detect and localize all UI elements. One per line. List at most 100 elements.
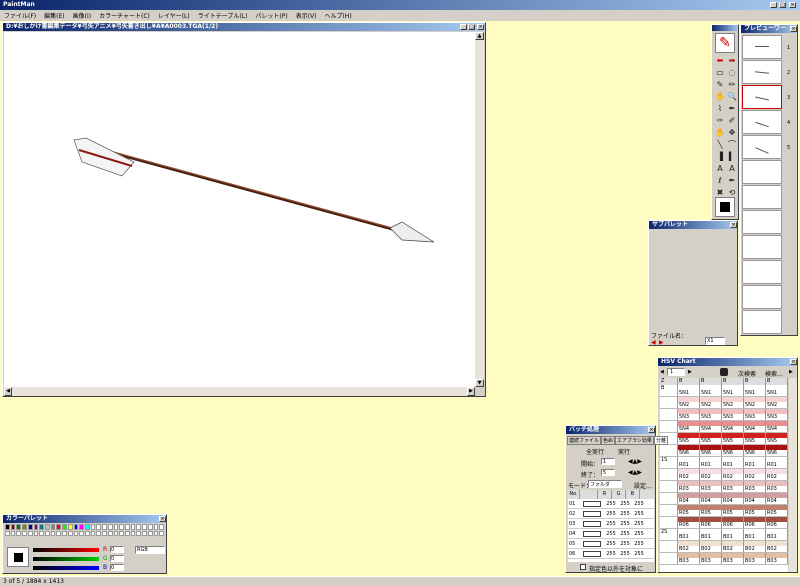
menu-item-4[interactable]: レイヤー(L) — [158, 11, 190, 20]
start-stepper-icon[interactable]: ◀▲▶ — [628, 458, 642, 465]
preview-frame[interactable] — [742, 160, 782, 184]
tool-21-icon[interactable]: ✒ — [726, 175, 738, 186]
hsv-cell[interactable]: 5N5 — [700, 433, 722, 444]
g-input[interactable]: 0 — [110, 555, 124, 562]
settings-button[interactable]: 設定... — [634, 481, 652, 490]
batch-color-swatch[interactable] — [583, 501, 601, 507]
hsv-cell[interactable]: R03 — [722, 481, 744, 492]
hsv-cell[interactable]: R04 — [722, 493, 744, 504]
tool-15-icon[interactable]: ⌒ — [726, 139, 738, 150]
palette-swatch[interactable] — [125, 524, 130, 530]
tool-10-icon[interactable]: ✑ — [714, 115, 726, 126]
palette-swatch[interactable] — [45, 530, 50, 536]
batch-row[interactable]: 05 255 255 255 — [568, 539, 654, 549]
tool-3-icon[interactable]: ◌ — [726, 67, 738, 78]
color-mode-select[interactable]: RGB — [135, 546, 165, 554]
canvas-hscrollbar[interactable]: ◀ ▶ — [4, 387, 475, 396]
batch-color-swatch[interactable] — [583, 531, 601, 537]
palette-swatch[interactable] — [119, 530, 124, 536]
tool-4-icon[interactable]: ✎ — [714, 79, 726, 90]
hsv-cell[interactable]: B02 — [744, 541, 766, 552]
batch-color-swatch[interactable] — [583, 551, 601, 557]
maximize-button[interactable]: □ — [779, 2, 786, 8]
palette-swatch[interactable] — [56, 524, 62, 530]
palette-swatch[interactable] — [136, 530, 142, 536]
hsv-cell[interactable]: R06 — [744, 517, 766, 528]
palette-swatch[interactable] — [27, 524, 33, 530]
hsv-cell[interactable]: B01 — [766, 529, 788, 540]
palette-swatch[interactable] — [79, 524, 84, 530]
hsv-cell[interactable]: R05 — [678, 505, 700, 516]
palette-swatch[interactable] — [67, 524, 73, 530]
palette-swatch[interactable] — [147, 524, 153, 530]
hsv-cell[interactable]: R01 — [700, 457, 722, 468]
hsv-cell[interactable]: 5N4 — [700, 421, 722, 432]
hsv-cell[interactable]: R06 — [722, 517, 744, 528]
hsv-cell[interactable]: R02 — [700, 469, 722, 480]
exclude-checkbox[interactable] — [580, 564, 586, 570]
palette-swatch[interactable] — [39, 530, 44, 536]
preview-frame[interactable] — [742, 235, 782, 259]
current-color-swatch[interactable] — [7, 547, 29, 567]
tool-7-icon[interactable]: 🔍 — [726, 91, 738, 102]
zoom-select[interactable]: X1 — [705, 337, 725, 345]
hsv-cell[interactable]: B02 — [700, 541, 722, 552]
hsv-cell[interactable]: 5N2 — [700, 397, 722, 408]
scroll-right-icon[interactable]: ▶ — [467, 387, 475, 396]
palette-swatch[interactable] — [147, 530, 153, 536]
menu-item-3[interactable]: カラーチャート(C) — [99, 11, 150, 20]
menu-item-8[interactable]: ヘルプ(H) — [325, 11, 352, 20]
hsv-cell[interactable]: B01 — [744, 529, 766, 540]
hsv-cell[interactable]: 5N2 — [678, 397, 700, 408]
palette-swatch[interactable] — [5, 524, 10, 530]
batch-color-swatch[interactable] — [583, 541, 601, 547]
tool-17-icon[interactable]: ▍ — [726, 151, 738, 162]
palette-swatch[interactable] — [107, 530, 113, 536]
tool-20-icon[interactable]: ℓ — [714, 175, 726, 186]
tool-19-icon[interactable]: A — [726, 163, 738, 174]
hsv-cell[interactable]: 5N1 — [678, 385, 700, 396]
hsv-cell[interactable]: 5N5 — [678, 433, 700, 444]
hsv-cell[interactable]: B02 — [766, 541, 788, 552]
hsv-cell[interactable]: R01 — [678, 457, 700, 468]
hsv-prev-icon[interactable]: ◀ — [660, 369, 664, 375]
hsv-cell[interactable]: 5N3 — [722, 409, 744, 420]
end-input[interactable]: 5 — [601, 469, 615, 476]
hsv-cell[interactable]: 5N4 — [678, 421, 700, 432]
palette-swatch[interactable] — [10, 524, 16, 530]
palette-swatch[interactable] — [85, 530, 90, 536]
palette-swatch[interactable] — [90, 530, 96, 536]
menu-item-7[interactable]: 表示(V) — [296, 11, 317, 20]
tool-13-icon[interactable]: ✥ — [726, 127, 738, 138]
palette-swatch[interactable] — [142, 524, 147, 530]
b-slider[interactable] — [33, 566, 99, 570]
hsv-cell[interactable]: R04 — [766, 493, 788, 504]
minimize-button[interactable]: _ — [770, 2, 777, 8]
palette-swatch[interactable] — [113, 530, 119, 536]
menu-item-0[interactable]: ファイル(F) — [4, 11, 36, 20]
end-stepper-icon[interactable]: ◀▲▶ — [628, 469, 642, 476]
g-slider[interactable] — [33, 557, 99, 561]
hsv-cell[interactable]: 5N6 — [744, 445, 766, 456]
palette-swatch[interactable] — [33, 530, 39, 536]
preview-frame[interactable] — [742, 85, 782, 109]
tool-8-icon[interactable]: ⌇ — [714, 103, 726, 114]
batch-row[interactable]: 06 255 255 255 — [568, 549, 654, 559]
hsv-cell[interactable]: R04 — [700, 493, 722, 504]
palette-swatch[interactable] — [107, 524, 113, 530]
start-input[interactable]: 1 — [601, 458, 615, 465]
hsv-cell[interactable]: 5N3 — [678, 409, 700, 420]
batch-row[interactable]: 03 255 255 255 — [568, 519, 654, 529]
hsv-page-input[interactable]: 1 — [667, 368, 685, 376]
canvas-close-button[interactable]: × — [477, 24, 484, 30]
palette-swatch[interactable] — [67, 530, 73, 536]
hsv-cell[interactable]: 5N2 — [722, 397, 744, 408]
hsv-cell[interactable]: B03 — [700, 553, 722, 564]
canvas-vscrollbar[interactable]: ▲ ▼ — [475, 32, 484, 387]
preview-frame[interactable] — [742, 310, 782, 334]
menu-item-5[interactable]: ライトテーブル(L) — [198, 11, 248, 20]
batch-color-swatch[interactable] — [583, 521, 601, 527]
palette-swatch[interactable] — [22, 530, 27, 536]
hsv-cell[interactable]: R06 — [700, 517, 722, 528]
hsv-next-icon[interactable]: ▶ — [688, 369, 692, 375]
